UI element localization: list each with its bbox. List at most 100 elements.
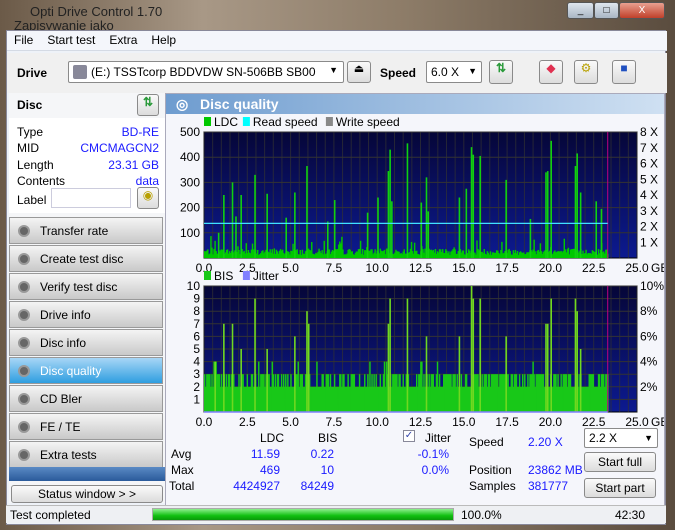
speed-select[interactable]: 6.0 X ▼ — [426, 61, 482, 83]
eject-button[interactable]: ⏏ — [347, 61, 371, 83]
spike-bar — [240, 349, 242, 412]
disc-quality-panel: ◎ Disc quality LDC Read speed Write speed 10… — [165, 93, 665, 506]
elapsed-time: 42:30 — [615, 508, 646, 522]
disc-icon — [18, 309, 30, 321]
chevron-down-icon: ▼ — [329, 65, 338, 75]
nav-create-test-disc[interactable]: Create test disc — [9, 245, 163, 272]
spike-bar — [458, 336, 461, 412]
status-bar: Test completed 100.0% 42:30 — [6, 505, 666, 523]
nav-transfer-rate[interactable]: Transfer rate — [9, 217, 163, 244]
speed-stat-label: Speed — [469, 435, 504, 449]
drive-icon — [73, 65, 87, 79]
nav-list: Transfer rate Create test disc Verify test… — [9, 217, 165, 468]
chevron-down-icon: ▼ — [468, 66, 477, 76]
y2-tick-label: 6% — [640, 329, 658, 343]
jitter-checkbox[interactable]: ✓ — [403, 430, 415, 442]
spike-bar — [223, 195, 225, 258]
spike-bar — [223, 323, 225, 412]
floppy-disk-icon: ■ — [620, 61, 628, 75]
x-tick-label: 0.0 — [196, 415, 213, 428]
length-value: 23.31 GB — [108, 158, 159, 172]
legend-swatch — [242, 271, 250, 280]
spike-bar — [574, 298, 577, 412]
nav-fe-te[interactable]: FE / TE — [9, 413, 163, 440]
panel-title: ◎ Disc quality — [166, 94, 664, 114]
disc-icon — [18, 365, 30, 377]
speed-stat-value: 2.20 X — [528, 435, 563, 449]
disc-icon — [18, 393, 30, 405]
erase-button[interactable]: ◆ — [539, 60, 563, 84]
label-input[interactable] — [51, 188, 131, 208]
maximize-button[interactable]: □ — [594, 2, 619, 19]
progress-text: 100.0% — [461, 508, 502, 522]
avg-jitter: -0.1% — [417, 447, 449, 461]
nav-disc-quality[interactable]: Disc quality — [9, 357, 163, 384]
spike-bar — [545, 172, 547, 258]
position-value: 23862 MB — [528, 463, 583, 477]
disc-refresh-button[interactable]: ⇅ — [137, 94, 159, 116]
nav-cd-bler[interactable]: CD Bler — [9, 385, 163, 412]
y-tick-label: 400 — [180, 150, 200, 164]
length-label: Length — [17, 158, 54, 172]
menu-help[interactable]: Help — [144, 31, 183, 47]
contents-label: Contents — [17, 174, 66, 188]
refresh-button[interactable]: ⇅ — [489, 60, 513, 84]
menu-start-test[interactable]: Start test — [40, 31, 102, 47]
spike-bar — [266, 193, 268, 258]
nav-drive-info[interactable]: Drive info — [9, 301, 163, 328]
save-button[interactable]: ■ — [612, 60, 636, 84]
spike-bar — [214, 361, 216, 412]
nav-label: Transfer rate — [40, 224, 109, 238]
spike-bar — [479, 298, 481, 412]
spike-bar — [294, 336, 296, 412]
max-bis: 10 — [320, 463, 334, 477]
y2-tick-label: 5 X — [640, 172, 658, 186]
nav-disc-info[interactable]: Disc info — [9, 329, 163, 356]
spike-bar — [326, 221, 329, 258]
x-unit-label: GB — [651, 415, 664, 428]
drive-value: (E:) TSSTcorp BDDVDW SN-506BB SB00 — [91, 65, 316, 79]
nav-label: Disc quality — [40, 364, 102, 378]
start-full-button[interactable]: Start full — [584, 452, 656, 472]
spike-bar — [576, 153, 578, 258]
x-tick-label: 22.5 — [582, 415, 606, 428]
disc-icon — [18, 421, 30, 433]
spike-bar — [546, 323, 549, 412]
drive-select[interactable]: (E:) TSSTcorp BDDVDW SN-506BB SB00 ▼ — [68, 61, 344, 83]
y2-tick-label: 1 X — [640, 235, 658, 249]
nav-extra-tests[interactable]: Extra tests — [9, 441, 163, 468]
menu-extra[interactable]: Extra — [102, 31, 144, 47]
refresh-icon: ⇅ — [142, 95, 154, 109]
nav-label: FE / TE — [40, 420, 81, 434]
minimize-button[interactable]: _ — [567, 2, 594, 19]
legend-label: Jitter — [253, 269, 279, 283]
y-tick-label: 9 — [193, 292, 200, 306]
disc-quality-icon: ◎ — [176, 96, 189, 112]
y-tick-label: 3 — [193, 367, 200, 381]
spike-bar — [574, 166, 577, 258]
spike-bar — [406, 298, 409, 412]
disc-icon — [18, 337, 30, 349]
y2-tick-label: 8 X — [640, 125, 658, 139]
x-tick-label: 2.5 — [239, 415, 256, 428]
gears-icon: ⚙ — [580, 61, 592, 75]
y2-tick-label: 4 X — [640, 188, 658, 202]
test-speed-select[interactable]: 2.2 X ▼ — [584, 428, 658, 448]
spike-bar — [529, 218, 532, 258]
status-window-button[interactable]: Status window > > — [11, 485, 163, 503]
x-tick-label: 15.0 — [452, 415, 476, 428]
menu-bar: File Start test Extra Help — [7, 31, 667, 51]
contents-value: data — [135, 174, 159, 188]
progress-bar — [152, 508, 454, 521]
nav-verify-test-disc[interactable]: Verify test disc — [9, 273, 163, 300]
close-button[interactable]: X — [619, 2, 665, 19]
start-part-button[interactable]: Start part — [584, 478, 656, 498]
avg-ldc: 11.59 — [250, 447, 280, 461]
menu-file[interactable]: File — [7, 31, 40, 47]
disc-label-button[interactable]: ◉ — [137, 187, 159, 209]
mid-value: CMCMAGCN2 — [80, 141, 159, 155]
spike-bar — [472, 298, 475, 412]
settings-button[interactable]: ⚙ — [574, 60, 598, 84]
x-tick-label: 20.0 — [539, 415, 563, 428]
max-ldc: 469 — [259, 463, 280, 477]
